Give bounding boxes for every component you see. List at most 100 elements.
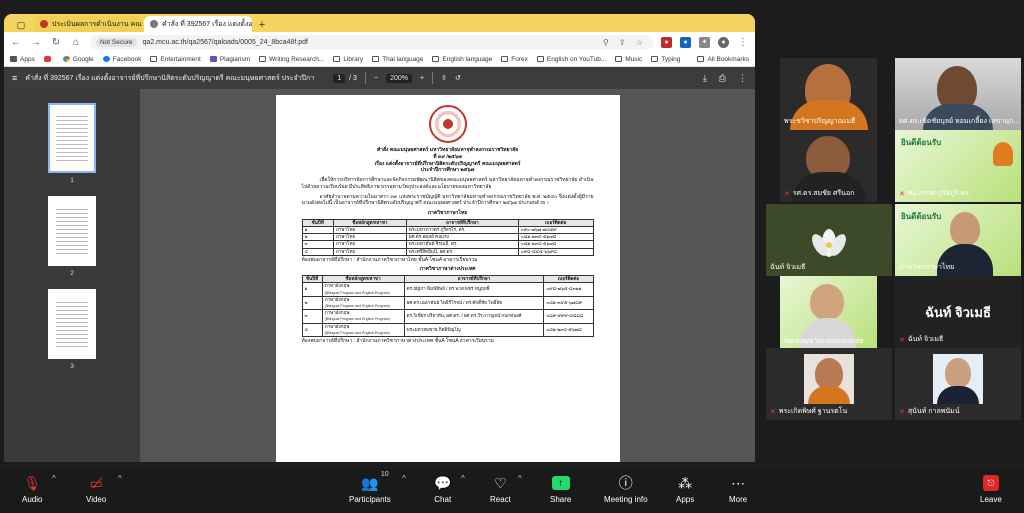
table-header: ชื่อหลักสูตร/สาขา	[332, 218, 407, 227]
meeting-info-button[interactable]: ⓘ Meeting info	[604, 474, 648, 504]
bookmark-folder[interactable]: Typing	[651, 56, 680, 63]
chat-icon: 💬	[434, 474, 452, 491]
extension-icon[interactable]: ●	[661, 36, 672, 48]
leave-label: Leave	[980, 495, 1002, 504]
bookmark-folder[interactable]: Writing Research...	[259, 56, 324, 63]
leave-button[interactable]: ⎋ Leave	[980, 474, 1002, 504]
participant-name: ผศ.ดร.เชิดชัยบุลย์ หอมเกลี้ยง เลขานุก...	[899, 118, 1020, 125]
bookmark-folder[interactable]: Library	[333, 56, 363, 63]
bookmark-facebook[interactable]: Facebook	[102, 56, 141, 63]
security-badge[interactable]: Not Secure	[96, 37, 137, 47]
audio-options-caret-icon[interactable]: ^	[52, 474, 56, 483]
download-icon[interactable]: ⤓	[703, 73, 707, 84]
participant-name: ฉันท์ จิวเมธี	[770, 264, 806, 271]
google-icon	[62, 56, 70, 62]
meeting-location: ห้องพบอาจารย์ที่ปรึกษา : สำนักงานภาควิชา…	[301, 256, 478, 263]
participant-tile[interactable]: พระชวิชาปริญญาณเมธี	[780, 58, 877, 130]
table-row: ๔ ภาษาอังกฤษ (Bilingual Program and Engli…	[301, 322, 594, 337]
fit-page-icon[interactable]: ⇳	[441, 74, 447, 82]
home-icon[interactable]: ⌂	[70, 37, 82, 48]
participant-tile-active-speaker[interactable]: ฉันท์ จิวเมธี	[766, 204, 892, 276]
globe-icon	[150, 20, 158, 28]
bookmark-folder[interactable]: English language	[432, 56, 492, 63]
participant-face	[810, 284, 844, 320]
participants-button[interactable]: 👥 10 Participants	[349, 471, 391, 504]
participants-icon: 👥 10	[361, 471, 389, 491]
bookmark-folder[interactable]: Plagiarism	[209, 56, 250, 63]
bookmark-apps[interactable]: Apps	[10, 56, 35, 63]
share-button[interactable]: ↑ Share	[550, 474, 571, 504]
bookmark-youtube[interactable]	[43, 56, 54, 62]
folder-icon	[333, 56, 341, 62]
folder-icon	[259, 56, 267, 62]
bookmark-folder[interactable]: Entertainment	[150, 56, 201, 63]
menu-kebab-icon[interactable]: ⋮	[737, 37, 749, 48]
page-thumbnail[interactable]	[48, 289, 96, 359]
folder-icon	[372, 56, 380, 62]
more-button[interactable]: ⋯ More	[729, 474, 747, 505]
participant-tile[interactable]: ยินดีต้อนรับ ✕ พม.การศ ภูริสภูริ.ดร.	[895, 130, 1021, 202]
video-button[interactable]: ▭̸ Video	[86, 474, 106, 505]
pdf-viewer[interactable]: คำสั่ง คณะมนุษยศาสตร์ มหาวิทยาลัยมหาจุฬา…	[140, 89, 755, 462]
pdf-body: 1 2 3 คำสั่ง คณะมนุษยศาสตร์ มหาวิทยาลัยม…	[4, 89, 755, 462]
mic-muted-icon: ✕	[899, 190, 905, 198]
bookmark-google[interactable]: Google	[62, 56, 94, 63]
more-options-icon[interactable]: ⋮	[738, 73, 747, 84]
mic-muted-icon: ✕	[770, 408, 776, 416]
chat-button[interactable]: 💬 Chat	[434, 474, 452, 505]
audio-button[interactable]: 🎙 Audio	[22, 474, 42, 505]
tab-search-icon[interactable]: ▢	[10, 18, 32, 32]
bookmark-folder[interactable]: Forex	[501, 56, 528, 63]
participants-options-caret-icon[interactable]: ^	[402, 474, 406, 483]
zoom-level-input[interactable]: 200%	[386, 73, 412, 83]
zoom-out-icon[interactable]: −	[374, 75, 378, 82]
folder-icon	[615, 56, 623, 62]
table-header: อาจารย์ที่ปรึกษา	[405, 218, 519, 227]
hamburger-menu-icon[interactable]: ≡	[12, 73, 17, 83]
participant-tile[interactable]: Varasaya Varasayananda	[780, 276, 877, 348]
tab-1[interactable]: ประเมินผลการดำเนินงาน คณะมนุษยศาสตร์ ×	[34, 16, 142, 32]
thumbnail-sidebar: 1 2 3	[4, 89, 140, 462]
url-field[interactable]: Not Secure qa2.mcu.ac.th/qa2567/qaloads/…	[90, 34, 653, 50]
video-options-caret-icon[interactable]: ^	[118, 474, 122, 483]
participant-tile[interactable]: ✕ สุนันท์ กาลพนัมน์	[895, 348, 1021, 420]
extension-icon[interactable]: ●	[680, 36, 691, 48]
print-icon[interactable]: ⎙	[719, 73, 726, 84]
apps-label: Apps	[676, 495, 695, 504]
page-number-input[interactable]: 1	[333, 73, 346, 83]
url-tools-icons[interactable]: ⚲ ⇪ ☆	[603, 38, 647, 47]
participant-tile[interactable]: ✕ รศ.ดร.สมชัย ศรีนอก	[780, 130, 877, 202]
desktop: ▢ ประเมินผลการดำเนินงาน คณะมนุษยศาสตร์ ×…	[0, 0, 1024, 513]
react-button[interactable]: ♡ React	[490, 474, 511, 505]
page-thumbnail[interactable]	[48, 196, 96, 266]
chat-label: Chat	[434, 495, 452, 504]
extensions-puzzle-icon[interactable]: ✦	[699, 36, 710, 48]
zoom-in-icon[interactable]: +	[420, 75, 424, 82]
tab-2[interactable]: คำสั่ง ที่ 392567 เรื่อง แต่งตั้งอาจารย์…	[144, 16, 252, 32]
page-thumbnail[interactable]	[48, 103, 96, 173]
participant-tile[interactable]: ✕ พระเกิดพิษศ์ ฐานรตโน	[766, 348, 892, 420]
forward-icon[interactable]: →	[30, 37, 42, 48]
chat-options-caret-icon[interactable]: ^	[461, 474, 465, 483]
profile-avatar-icon[interactable]: ●	[718, 36, 729, 48]
apps-button[interactable]: ⁂ Apps	[676, 474, 695, 505]
folder-icon	[209, 56, 217, 62]
bookmark-folder[interactable]: Thai language	[372, 56, 423, 63]
all-bookmarks[interactable]: All Bookmarks	[697, 56, 749, 63]
back-icon[interactable]: ←	[10, 37, 22, 48]
divider	[432, 72, 434, 84]
participant-tile[interactable]: ฉันท์ จิวเมธี ✕ ฉันท์ จิวเมธี	[895, 276, 1021, 348]
participant-tile[interactable]: ยินดีต้อนรับ ภาควิชาภาษาไทย	[895, 204, 1021, 276]
doc-paragraph: อาศัยอำนาจตามความในมาตรา ๓๓ แห่งพระราชบั…	[301, 193, 594, 207]
participant-name: พระเกิดพิษศ์ ฐานรตโน	[778, 408, 848, 415]
table-header: ชั้นปีที่	[301, 218, 334, 227]
bookmark-folder[interactable]: English on YouTub...	[536, 56, 606, 63]
new-tab-button[interactable]: +	[254, 18, 270, 32]
react-options-caret-icon[interactable]: ^	[518, 474, 522, 483]
participant-tile[interactable]: ผศ.ดร.เชิดชัยบุลย์ หอมเกลี้ยง เลขานุก...	[895, 58, 1021, 130]
rotate-icon[interactable]: ↺	[455, 74, 461, 82]
reload-icon[interactable]: ↻	[50, 37, 62, 48]
bookmark-folder[interactable]: Music	[615, 56, 642, 63]
mic-muted-icon: ✕	[899, 336, 905, 344]
participants-label: Participants	[349, 495, 391, 504]
